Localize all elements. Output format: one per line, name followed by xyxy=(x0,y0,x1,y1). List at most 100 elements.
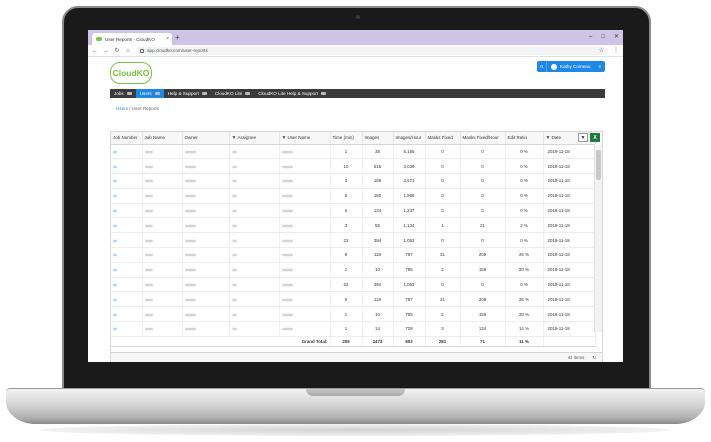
cell-edit-ratio: 0 % xyxy=(505,277,544,293)
redacted-text xyxy=(281,165,293,168)
browser-menu-icon[interactable]: ⋮ xyxy=(613,47,619,54)
cell-masks-fixed: 0 xyxy=(425,144,461,160)
cell-masks-fixed: 0 xyxy=(425,173,461,189)
home-icon[interactable]: ⌂ xyxy=(125,48,131,54)
filter-toggle-button[interactable]: ▼ xyxy=(578,133,588,142)
laptop-notch xyxy=(306,389,405,396)
cell-edit-ratio: 0 % xyxy=(505,188,544,204)
table-row[interactable]: 1 14 728 3 134 14 % 2019-11-18 xyxy=(111,321,596,337)
redacted-text xyxy=(144,269,153,272)
filter-icon[interactable]: ▼ xyxy=(546,135,551,141)
cloudko-logo[interactable]: CloudKO xyxy=(110,62,152,84)
col-job-number[interactable]: Job Number xyxy=(111,132,143,145)
screen: User Reports - CloudKO × + – □ ✕ ← → ↻ ⌂… xyxy=(88,30,623,362)
table-row[interactable]: 1 10 795 2 159 20 % 2019-11-18 xyxy=(111,262,596,278)
table-row[interactable]: 1 10 795 2 159 20 % 2019-11-18 xyxy=(111,306,596,323)
tab-close-icon[interactable]: × xyxy=(166,36,169,42)
table-row[interactable]: 22 394 1,053 0 0 0 % 2019-11-18 xyxy=(111,232,596,249)
url-field[interactable]: app.cloudko.com/user-reports ☆ xyxy=(136,46,608,55)
redacted-cell[interactable] xyxy=(111,291,143,308)
redacted-cell[interactable] xyxy=(111,203,143,219)
menu-item-cloudko-lite[interactable]: CloudKO Lite xyxy=(211,89,254,98)
browser-tab[interactable]: User Reports - CloudKO × xyxy=(92,33,172,45)
user-menu-button[interactable]: 0 Kathy Comeau ≡ xyxy=(537,61,605,72)
reload-icon[interactable]: ↻ xyxy=(114,47,120,54)
redacted-text xyxy=(144,165,153,168)
new-tab-button[interactable]: + xyxy=(175,33,180,43)
user-name: Kathy Comeau xyxy=(560,64,591,69)
filter-icon[interactable]: ▼ xyxy=(232,135,237,141)
redacted-text xyxy=(113,313,118,316)
minimize-icon[interactable]: – xyxy=(589,32,592,42)
redacted-cell xyxy=(279,217,331,234)
redacted-cell[interactable] xyxy=(111,306,143,323)
cell-masks-fixed: 31 xyxy=(425,291,461,308)
col-masks-fixed-per-hour[interactable]: Masks Fixed/Hour xyxy=(460,132,506,145)
menu-item-help-support[interactable]: Help & Support xyxy=(164,89,211,98)
table-row[interactable]: 3 55 1,134 1 21 2 % 2019-11-18 xyxy=(111,217,596,234)
filter-icon[interactable]: ▼ xyxy=(282,135,287,141)
redacted-cell[interactable] xyxy=(111,173,143,189)
item-count: 41 items xyxy=(567,355,585,360)
menu-item-lite-help-support[interactable]: CloudKO Lite Help & Support xyxy=(254,89,330,98)
redacted-cell[interactable] xyxy=(111,321,143,337)
redacted-cell xyxy=(279,321,331,337)
col-user-name[interactable]: ▼User Name xyxy=(279,132,331,145)
table-row[interactable]: 1 38 5,165 0 0 0 % 2019-11-18 xyxy=(111,144,596,160)
table-row[interactable]: 22 394 1,053 0 0 0 % 2019-11-18 xyxy=(111,277,596,293)
redacted-cell xyxy=(229,306,280,323)
redacted-text xyxy=(281,284,293,287)
redacted-cell[interactable] xyxy=(111,247,143,263)
forward-icon[interactable]: → xyxy=(103,48,109,54)
redacted-text xyxy=(113,195,118,198)
excel-export-button[interactable]: X xyxy=(590,133,600,142)
col-edit-ratio[interactable]: Edit Ratio xyxy=(505,132,544,145)
col-images[interactable]: Images xyxy=(362,132,394,145)
col-job-name[interactable]: Job Name xyxy=(142,132,183,145)
col-assignee[interactable]: ▼Assignee xyxy=(229,132,280,145)
col-time[interactable]: Time (min) xyxy=(330,132,363,145)
menu-item-users[interactable]: Users xyxy=(135,89,164,98)
redacted-cell[interactable] xyxy=(111,217,143,234)
col-images-per-hour[interactable]: Images/Hour xyxy=(393,132,426,145)
redacted-cell[interactable] xyxy=(111,158,143,175)
table-row[interactable]: 5 180 1,968 0 0 0 % 2019-11-18 xyxy=(111,188,596,204)
redacted-cell xyxy=(142,247,183,263)
col-masks-fixed[interactable]: Masks Fixed xyxy=(425,132,461,145)
table-row[interactable]: 9 118 797 31 209 26 % 2019-11-18 xyxy=(111,291,596,308)
cell-masks-fixed: 0 xyxy=(425,232,461,249)
redacted-cell xyxy=(229,173,280,189)
table-row[interactable]: 10 515 3,039 0 0 0 % 2019-11-18 xyxy=(111,158,596,175)
back-icon[interactable]: ← xyxy=(92,48,98,54)
redacted-text xyxy=(184,195,197,198)
cell-edit-ratio: 0 % xyxy=(505,173,544,189)
col-owner[interactable]: Owner xyxy=(182,132,230,145)
menu-item-jobs[interactable]: Jobs xyxy=(110,89,136,98)
redacted-cell[interactable] xyxy=(111,144,143,160)
scroll-thumb[interactable] xyxy=(596,150,601,180)
redacted-cell[interactable] xyxy=(111,232,143,249)
breadcrumb-separator: / xyxy=(129,106,131,111)
cell-edit-ratio: 20 % xyxy=(505,262,544,278)
redacted-cell xyxy=(229,262,280,278)
close-window-icon[interactable]: ✕ xyxy=(614,32,619,42)
vertical-scrollbar[interactable] xyxy=(594,144,602,332)
cell-time: 5 xyxy=(330,188,363,204)
redacted-cell[interactable] xyxy=(111,188,143,204)
redacted-cell xyxy=(142,321,183,337)
redacted-cell xyxy=(279,173,331,189)
redacted-cell[interactable] xyxy=(111,262,143,278)
maximize-icon[interactable]: □ xyxy=(601,32,605,42)
table-row[interactable]: 9 118 797 31 209 26 % 2019-11-18 xyxy=(111,247,596,263)
redacted-text xyxy=(184,313,197,316)
table-row[interactable]: 3 155 2,671 0 0 0 % 2019-11-18 xyxy=(111,173,596,189)
redacted-cell[interactable] xyxy=(111,277,143,293)
cell-images: 118 xyxy=(362,291,394,308)
cell-images-per-hour: 1,134 xyxy=(393,217,426,234)
bookmark-star-icon[interactable]: ☆ xyxy=(599,47,604,54)
browser-titlebar: User Reports - CloudKO × + – □ ✕ xyxy=(88,30,623,45)
table-row[interactable]: 6 134 1,237 0 0 0 % 2019-11-18 xyxy=(111,203,596,219)
breadcrumb-users-link[interactable]: Users xyxy=(116,106,128,111)
refresh-icon[interactable]: ↻ xyxy=(592,355,596,361)
cell-edit-ratio: 14 % xyxy=(505,321,544,337)
